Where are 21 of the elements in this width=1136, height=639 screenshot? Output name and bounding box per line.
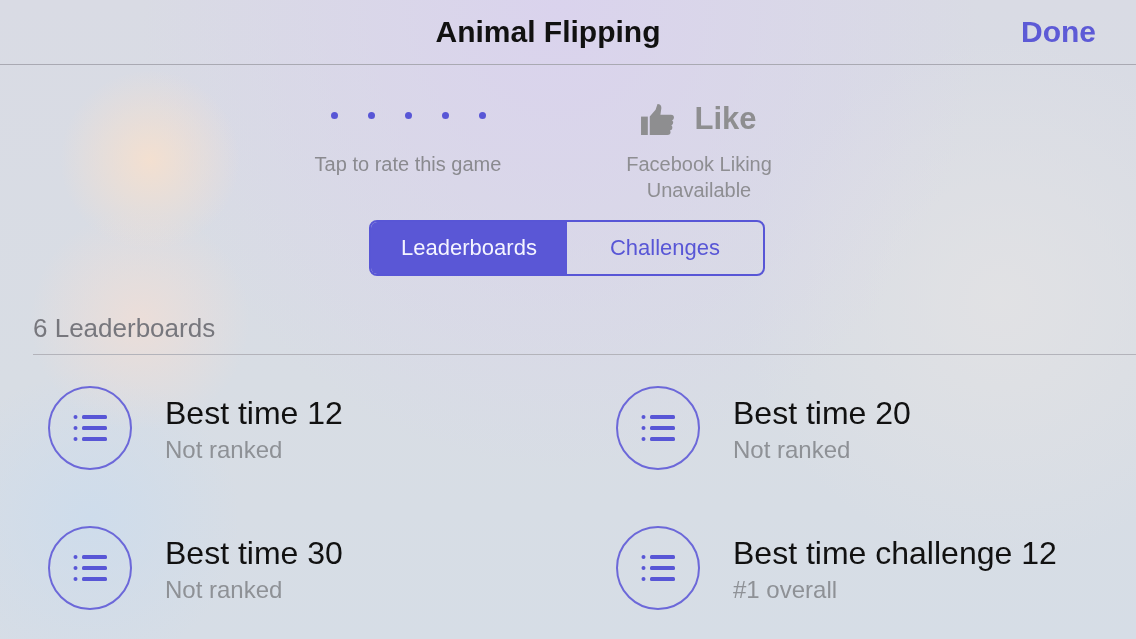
leaderboard-rank: #1 overall: [733, 575, 839, 605]
list-icon[interactable]: [48, 386, 132, 470]
window-title: Animal Flipping: [435, 15, 661, 49]
leaderboard-rank: Not ranked: [733, 435, 852, 465]
leaderboard-title: Best time challenge 12: [733, 535, 1057, 571]
tab[interactable]: Leaderboards: [371, 222, 567, 274]
list-icon[interactable]: [616, 526, 700, 610]
rating-hint: Tap to rate this game: [314, 152, 502, 177]
done-button[interactable]: Done: [1021, 15, 1096, 49]
leaderboard-rank: Not ranked: [165, 435, 284, 465]
leaderboard-title: Best time 12: [165, 395, 343, 431]
tab[interactable]: Challenges: [567, 222, 763, 274]
leaderboard-rank: Not ranked: [165, 575, 284, 605]
leaderboard-title: Best time 30: [165, 535, 343, 571]
section-title: 6 Leaderboards: [33, 313, 216, 343]
thumbs-up-icon: [641, 103, 675, 135]
leaderboard-title: Best time 20: [733, 395, 911, 431]
list-icon[interactable]: [616, 386, 700, 470]
list-icon[interactable]: [48, 526, 132, 610]
like-status-text: Facebook Liking Unavailable: [625, 152, 773, 203]
rating-dots-icon[interactable]: [330, 111, 486, 119]
